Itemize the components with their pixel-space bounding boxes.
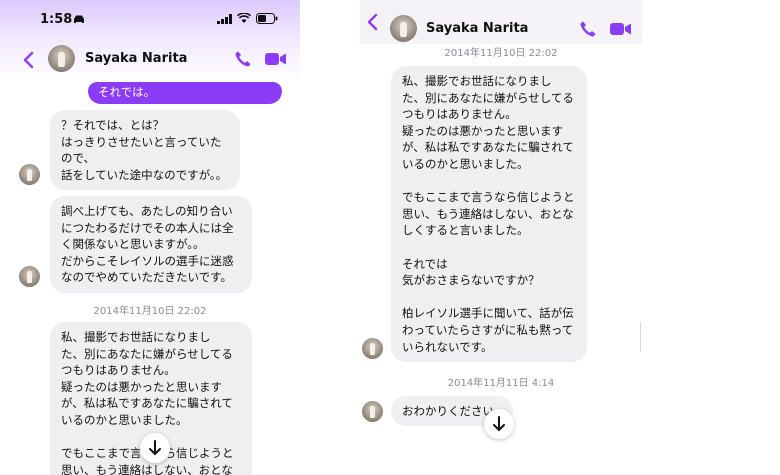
chat-header: Sayaka Narita (360, 0, 642, 44)
incoming-message-bubble: 私、撮影でお世話になりまし た、別にあなたに嫌がらせしてる つもりはありません。… (391, 66, 587, 363)
status-bar: 1:58 (0, 0, 300, 38)
message-text: 調べ上げても、あたしの知り合い につたわるだけでその本人には全 く関係ないと思い… (61, 204, 234, 285)
contact-name[interactable]: Sayaka Narita (426, 21, 528, 36)
message-text: ？それでは、とは？ はっきりさせたいと言っていた ので、 話をしていた途中なので… (61, 118, 228, 182)
sender-avatar (19, 266, 40, 287)
scroll-to-bottom-button[interactable] (140, 433, 170, 463)
back-chevron-icon[interactable] (366, 13, 378, 31)
incoming-message-bubble: 調べ上げても、あたしの知り合い につたわるだけでその本人には全 く関係ないと思い… (50, 196, 252, 293)
message-timestamp: 2014年11月11日 4:14 (447, 378, 555, 389)
video-camera-icon[interactable] (265, 52, 287, 66)
phone-icon[interactable] (234, 50, 252, 68)
car-icon (74, 15, 84, 23)
signal-icon (217, 14, 232, 24)
outgoing-message-text: それでは。 (98, 85, 156, 99)
back-chevron-icon[interactable] (22, 51, 34, 69)
wifi-icon (237, 13, 251, 23)
incoming-message-bubble: ？それでは、とは？ はっきりさせたいと言っていた ので、 話をしていた途中なので… (50, 110, 240, 191)
contact-avatar[interactable] (48, 45, 75, 72)
battery-icon (256, 13, 278, 24)
message-timestamp: 2014年11月10日 22:02 (93, 306, 207, 317)
scroll-down-arrow-icon (149, 440, 161, 455)
contact-avatar[interactable] (390, 15, 417, 42)
phone-icon[interactable] (579, 20, 597, 38)
sender-avatar (362, 401, 383, 422)
sender-avatar (362, 338, 383, 359)
message-text: おわかりください (402, 404, 494, 418)
message-timestamp: 2014年11月10日 22:02 (444, 48, 558, 59)
scroll-down-arrow-icon (493, 416, 505, 431)
scroll-to-bottom-button[interactable] (484, 409, 514, 439)
status-time: 1:58 (40, 12, 73, 27)
outgoing-message-bubble: それでは。 (88, 82, 282, 104)
contact-name[interactable]: Sayaka Narita (85, 51, 187, 66)
left-chat-screenshot: 1:58 Sayaka Narita それでは。 ？それでは、とは？ はっきりさ… (0, 0, 300, 475)
chat-header: Sayaka Narita (0, 38, 300, 82)
video-camera-icon[interactable] (610, 22, 632, 36)
panel-divider (640, 322, 641, 352)
message-text: 私、撮影でお世話になりまし た、別にあなたに嫌がらせしてる つもりはありません。… (402, 74, 575, 354)
sender-avatar (19, 164, 40, 185)
